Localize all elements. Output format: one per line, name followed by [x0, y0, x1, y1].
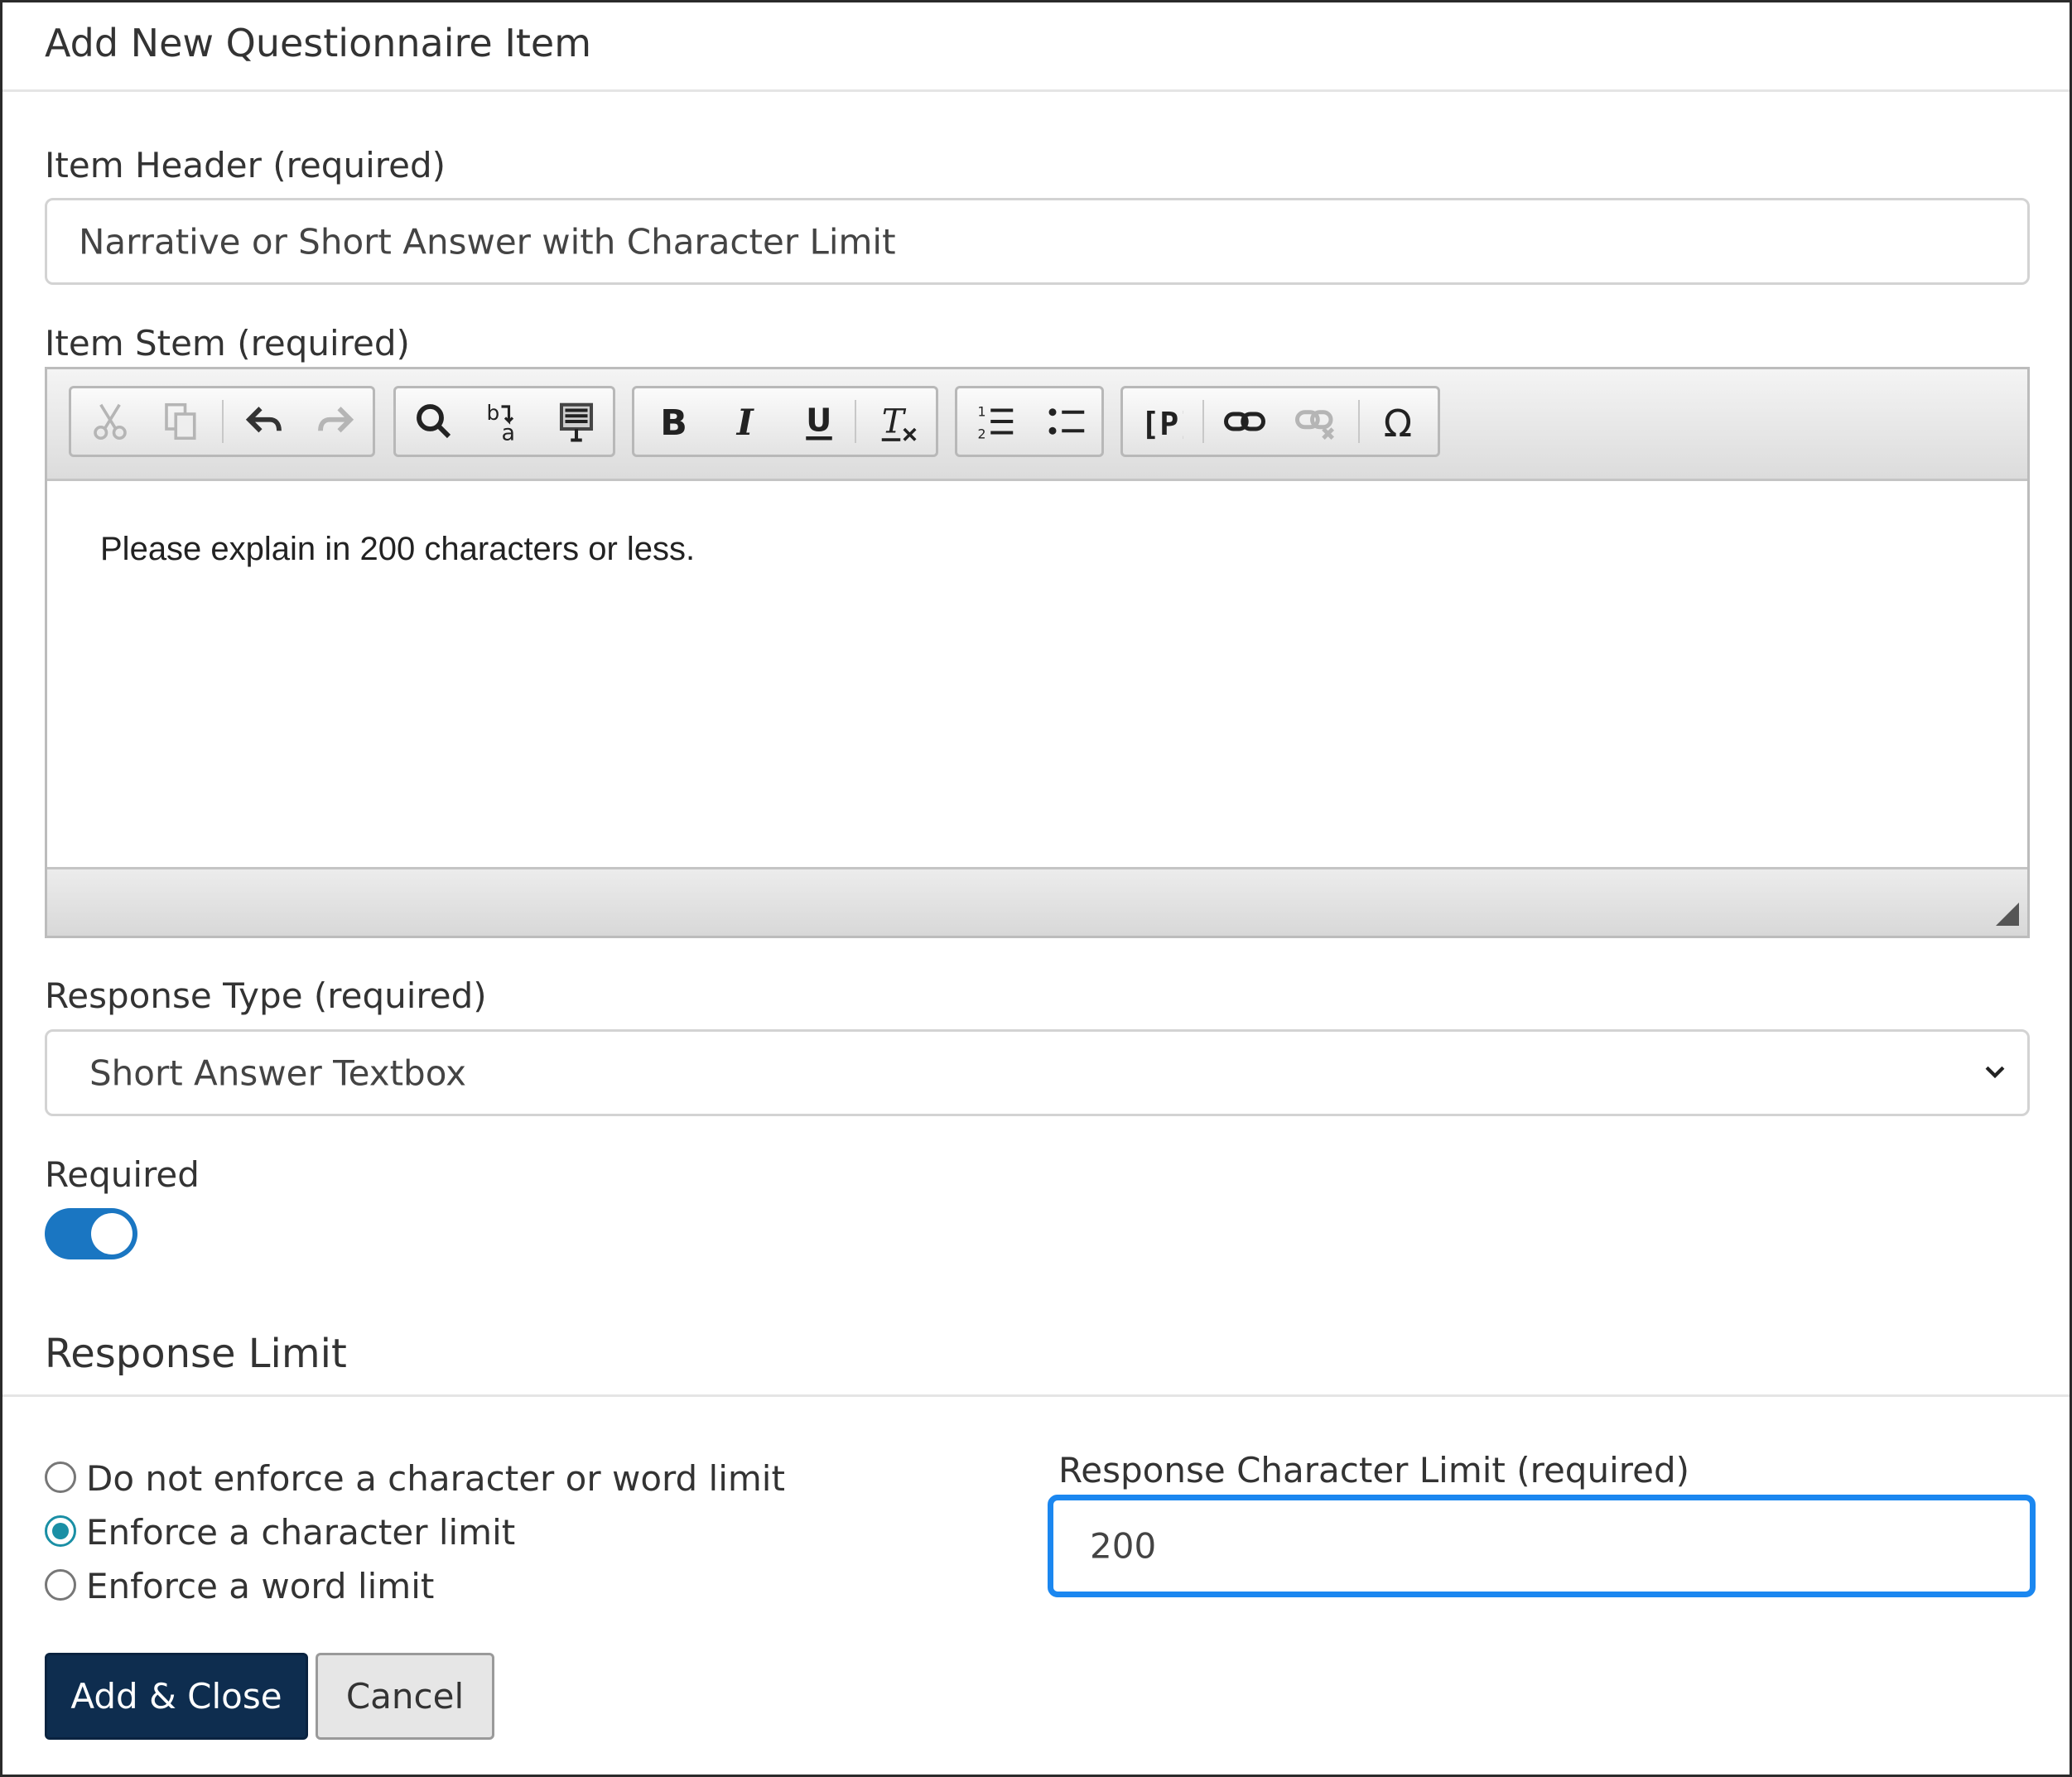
underline-icon[interactable]: U [783, 388, 855, 455]
toolbar-group-basicstyles: B I U T [632, 386, 938, 457]
toolbar-group-clipboard [69, 386, 375, 457]
svg-text:2: 2 [978, 426, 986, 441]
toolbar-group-lists: 12 [955, 386, 1104, 457]
svg-text:U: U [806, 402, 831, 439]
item-stem-editor: ba B I U T 1 2 [P Ω Please explain in 20… [45, 367, 2030, 938]
item-header-value: Narrative or Short Answer with Character… [79, 221, 896, 262]
toggle-knob [91, 1213, 133, 1254]
svg-text:[P]: [P] [1140, 406, 1183, 443]
editor-toolbar: ba B I U T 1 2 [P Ω [47, 369, 2027, 481]
char-limit-input[interactable]: 200 [1048, 1495, 2036, 1597]
undo-icon[interactable] [229, 388, 300, 455]
dialog-title: Add New Questionnaire Item [45, 21, 592, 65]
required-label: Required [45, 1154, 200, 1195]
editor-statusbar [47, 867, 2027, 936]
toolbar-separator [1358, 400, 1360, 443]
replace-icon[interactable]: ba [470, 388, 541, 455]
remove-format-icon[interactable]: T [863, 388, 934, 455]
svg-text:T: T [882, 402, 907, 441]
item-stem-text: Please explain in 200 characters or less… [100, 531, 696, 567]
dialog: Add New Questionnaire Item Item Header (… [0, 0, 2072, 1777]
svg-text:a: a [502, 421, 516, 445]
select-all-icon[interactable] [541, 388, 612, 455]
bulleted-list-icon[interactable] [1032, 388, 1103, 455]
bold-icon[interactable]: B [638, 388, 709, 455]
svg-text:B: B [660, 402, 687, 444]
title-divider [2, 89, 2070, 92]
radio-word-limit-label: Enforce a word limit [86, 1566, 435, 1606]
cancel-button[interactable]: Cancel [316, 1653, 494, 1740]
radio-character-limit-label: Enforce a character limit [86, 1512, 516, 1553]
piping-icon[interactable]: [P] [1125, 388, 1197, 455]
toolbar-group-editing: ba [393, 386, 615, 457]
italic-icon[interactable]: I [711, 388, 782, 455]
radio-no-limit-label: Do not enforce a character or word limit [86, 1458, 785, 1499]
copy-icon[interactable] [146, 388, 217, 455]
special-character-icon[interactable]: Ω [1365, 388, 1436, 455]
section-divider [2, 1394, 2070, 1397]
response-type-label: Response Type (required) [45, 975, 487, 1016]
response-type-value: Short Answer Textbox [89, 1052, 466, 1093]
cut-icon[interactable] [75, 388, 146, 455]
radio-character-limit[interactable] [45, 1515, 76, 1547]
svg-text:b: b [487, 401, 500, 425]
find-icon[interactable] [398, 388, 470, 455]
svg-text:I: I [736, 402, 755, 444]
radio-no-limit[interactable] [45, 1462, 76, 1493]
toolbar-separator [855, 400, 856, 443]
required-toggle[interactable] [45, 1208, 137, 1259]
svg-text:1: 1 [978, 403, 986, 419]
link-icon[interactable] [1209, 388, 1280, 455]
toolbar-separator [222, 400, 224, 443]
svg-text:Ω: Ω [1384, 402, 1412, 444]
char-limit-value: 200 [1090, 1525, 1157, 1567]
response-type-select[interactable]: Short Answer Textbox [45, 1029, 2030, 1116]
char-limit-label: Response Character Limit (required) [1058, 1450, 1689, 1490]
toolbar-group-insert: [P] Ω [1120, 386, 1440, 457]
response-limit-heading: Response Limit [45, 1331, 347, 1377]
add-close-button[interactable]: Add & Close [45, 1653, 308, 1740]
redo-icon[interactable] [300, 388, 371, 455]
resize-handle-icon[interactable] [1996, 903, 2019, 926]
item-header-label: Item Header (required) [45, 145, 446, 185]
item-header-input[interactable]: Narrative or Short Answer with Character… [45, 198, 2030, 285]
unlink-icon[interactable] [1280, 388, 1352, 455]
item-stem-label: Item Stem (required) [45, 323, 410, 364]
numbered-list-icon[interactable]: 12 [961, 388, 1032, 455]
radio-word-limit[interactable] [45, 1569, 76, 1601]
editor-content[interactable]: Please explain in 200 characters or less… [47, 481, 2027, 867]
toolbar-separator [1202, 400, 1204, 443]
chevron-down-icon [1981, 1052, 2009, 1093]
